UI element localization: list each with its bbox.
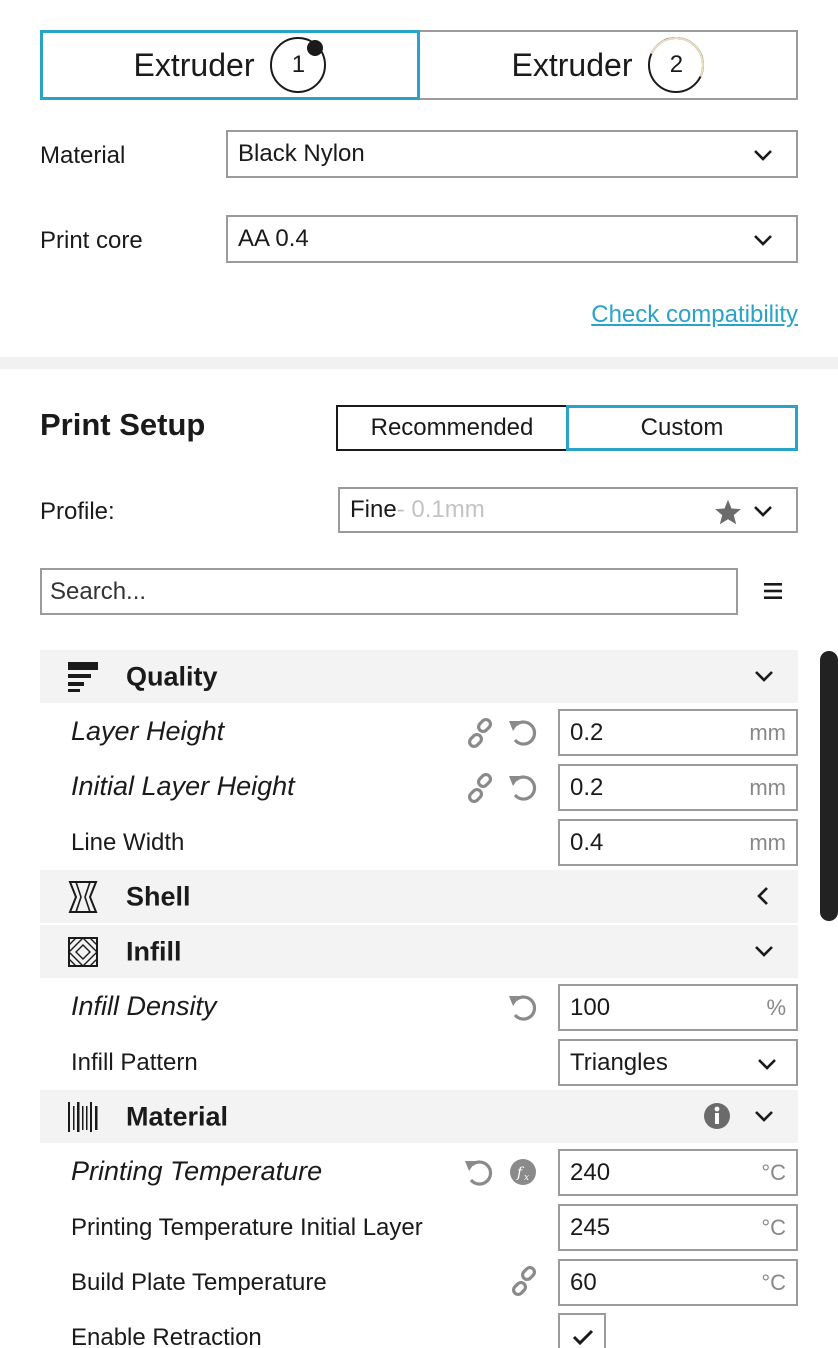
reset-icon[interactable] bbox=[507, 771, 539, 803]
category-infill-label: Infill bbox=[126, 936, 182, 966]
category-infill[interactable]: Infill bbox=[40, 925, 798, 978]
initial-layer-height-input[interactable]: 0.2 mm bbox=[558, 764, 798, 811]
extruder-1-number: 1 bbox=[291, 51, 306, 78]
category-material-label: Material bbox=[126, 1101, 229, 1131]
printing-temperature-input[interactable]: 240 °C bbox=[558, 1149, 798, 1196]
enable-retraction-checkbox[interactable] bbox=[558, 1313, 606, 1348]
star-icon[interactable] bbox=[714, 498, 742, 526]
infill-pattern-dropdown[interactable]: Triangles bbox=[558, 1039, 798, 1086]
profile-label: Profile: bbox=[40, 498, 115, 525]
reset-icon[interactable] bbox=[507, 991, 539, 1023]
initial-layer-height-label: Initial Layer Height bbox=[71, 771, 295, 801]
extruder-2-tab[interactable]: Extruder 2 bbox=[418, 29, 798, 101]
initial-layer-height-unit: mm bbox=[749, 774, 786, 800]
link-icon[interactable] bbox=[509, 1266, 539, 1296]
layer-height-label: Layer Height bbox=[71, 716, 225, 746]
profile-layer-height: - 0.1mm bbox=[396, 496, 485, 523]
chevron-down-icon bbox=[754, 506, 772, 517]
layer-height-unit: mm bbox=[749, 719, 786, 745]
build-plate-temperature-unit: °C bbox=[761, 1269, 786, 1295]
extruder-2-number-badge: 2 bbox=[640, 29, 713, 101]
extruder-2-progress-arc bbox=[640, 29, 713, 101]
check-compatibility-link[interactable]: Check compatibility bbox=[591, 301, 798, 329]
printcore-value: AA 0.4 bbox=[238, 225, 309, 252]
chevron-down-icon bbox=[755, 1111, 773, 1122]
infill-density-value: 100 bbox=[570, 993, 611, 1021]
line-width-label: Line Width bbox=[71, 829, 185, 856]
section-divider bbox=[0, 357, 838, 369]
reset-icon[interactable] bbox=[463, 1156, 495, 1188]
build-plate-temperature-input[interactable]: 60 °C bbox=[558, 1259, 798, 1306]
settings-search-input[interactable]: Search... bbox=[40, 568, 738, 615]
recommended-mode-button[interactable]: Recommended bbox=[336, 405, 568, 451]
quality-icon bbox=[68, 662, 98, 692]
printing-temperature-initial-label: Printing Temperature Initial Layer bbox=[71, 1214, 423, 1241]
checkmark-icon bbox=[572, 1329, 594, 1346]
infill-pattern-label: Infill Pattern bbox=[71, 1049, 198, 1076]
printing-temperature-unit: °C bbox=[761, 1159, 786, 1185]
category-material[interactable]: Material bbox=[40, 1090, 798, 1143]
category-quality-label: Quality bbox=[126, 661, 218, 691]
material-icon bbox=[68, 1102, 98, 1132]
print-setup-title: Print Setup bbox=[40, 407, 206, 442]
category-quality[interactable]: Quality bbox=[40, 650, 798, 703]
line-width-input[interactable]: 0.4 mm bbox=[558, 819, 798, 866]
initial-layer-height-value: 0.2 bbox=[570, 773, 604, 801]
chevron-down-icon bbox=[758, 1059, 776, 1070]
printcore-label: Print core bbox=[40, 227, 143, 254]
line-width-unit: mm bbox=[749, 829, 786, 855]
extruder-2-label: Extruder bbox=[511, 46, 633, 83]
chevron-down-icon bbox=[755, 671, 773, 682]
printing-temperature-value: 240 bbox=[570, 1158, 611, 1186]
extruder-1-tab[interactable]: Extruder 1 bbox=[40, 30, 420, 100]
reset-icon[interactable] bbox=[507, 716, 539, 748]
printing-temperature-initial-input[interactable]: 245 °C bbox=[558, 1204, 798, 1251]
build-plate-temperature-value: 60 bbox=[570, 1268, 597, 1296]
function-icon[interactable]: f x bbox=[509, 1158, 537, 1186]
profile-dropdown[interactable]: Fine - 0.1mm bbox=[338, 487, 798, 533]
chevron-down-icon bbox=[755, 946, 773, 957]
printing-temperature-label: Printing Temperature bbox=[71, 1156, 323, 1186]
infill-density-input[interactable]: 100 % bbox=[558, 984, 798, 1031]
category-shell[interactable]: Shell bbox=[40, 870, 798, 923]
layer-height-input[interactable]: 0.2 mm bbox=[558, 709, 798, 756]
layer-height-value: 0.2 bbox=[570, 718, 604, 746]
category-shell-label: Shell bbox=[126, 881, 191, 911]
material-value: Black Nylon bbox=[238, 140, 365, 167]
menu-icon[interactable] bbox=[762, 581, 784, 601]
infill-density-unit: % bbox=[766, 994, 786, 1020]
printing-temperature-initial-unit: °C bbox=[761, 1214, 786, 1240]
infill-pattern-value: Triangles bbox=[570, 1048, 668, 1076]
extruder-1-number-badge: 1 bbox=[270, 37, 327, 93]
link-icon[interactable] bbox=[465, 773, 495, 803]
enable-retraction-label: Enable Retraction bbox=[71, 1324, 262, 1348]
link-icon[interactable] bbox=[465, 718, 495, 748]
material-label: Material bbox=[40, 142, 126, 169]
printcore-dropdown[interactable]: AA 0.4 bbox=[226, 215, 798, 263]
shell-icon bbox=[68, 881, 98, 913]
chevron-left-icon bbox=[757, 887, 768, 905]
chevron-down-icon bbox=[754, 150, 772, 161]
custom-mode-button[interactable]: Custom bbox=[566, 405, 798, 451]
infill-icon bbox=[68, 937, 98, 967]
info-icon[interactable] bbox=[703, 1102, 731, 1130]
extruder-1-label: Extruder bbox=[133, 46, 255, 83]
material-dropdown[interactable]: Black Nylon bbox=[226, 130, 798, 178]
build-plate-temperature-label: Build Plate Temperature bbox=[71, 1269, 327, 1296]
extruder-1-status-dot bbox=[307, 40, 324, 56]
profile-name: Fine bbox=[350, 496, 397, 523]
settings-scrollbar[interactable] bbox=[820, 651, 838, 921]
chevron-down-icon bbox=[754, 235, 772, 246]
line-width-value: 0.4 bbox=[570, 828, 604, 856]
printing-temperature-initial-value: 245 bbox=[570, 1213, 611, 1241]
infill-density-label: Infill Density bbox=[71, 991, 217, 1021]
svg-text:x: x bbox=[524, 1173, 529, 1183]
